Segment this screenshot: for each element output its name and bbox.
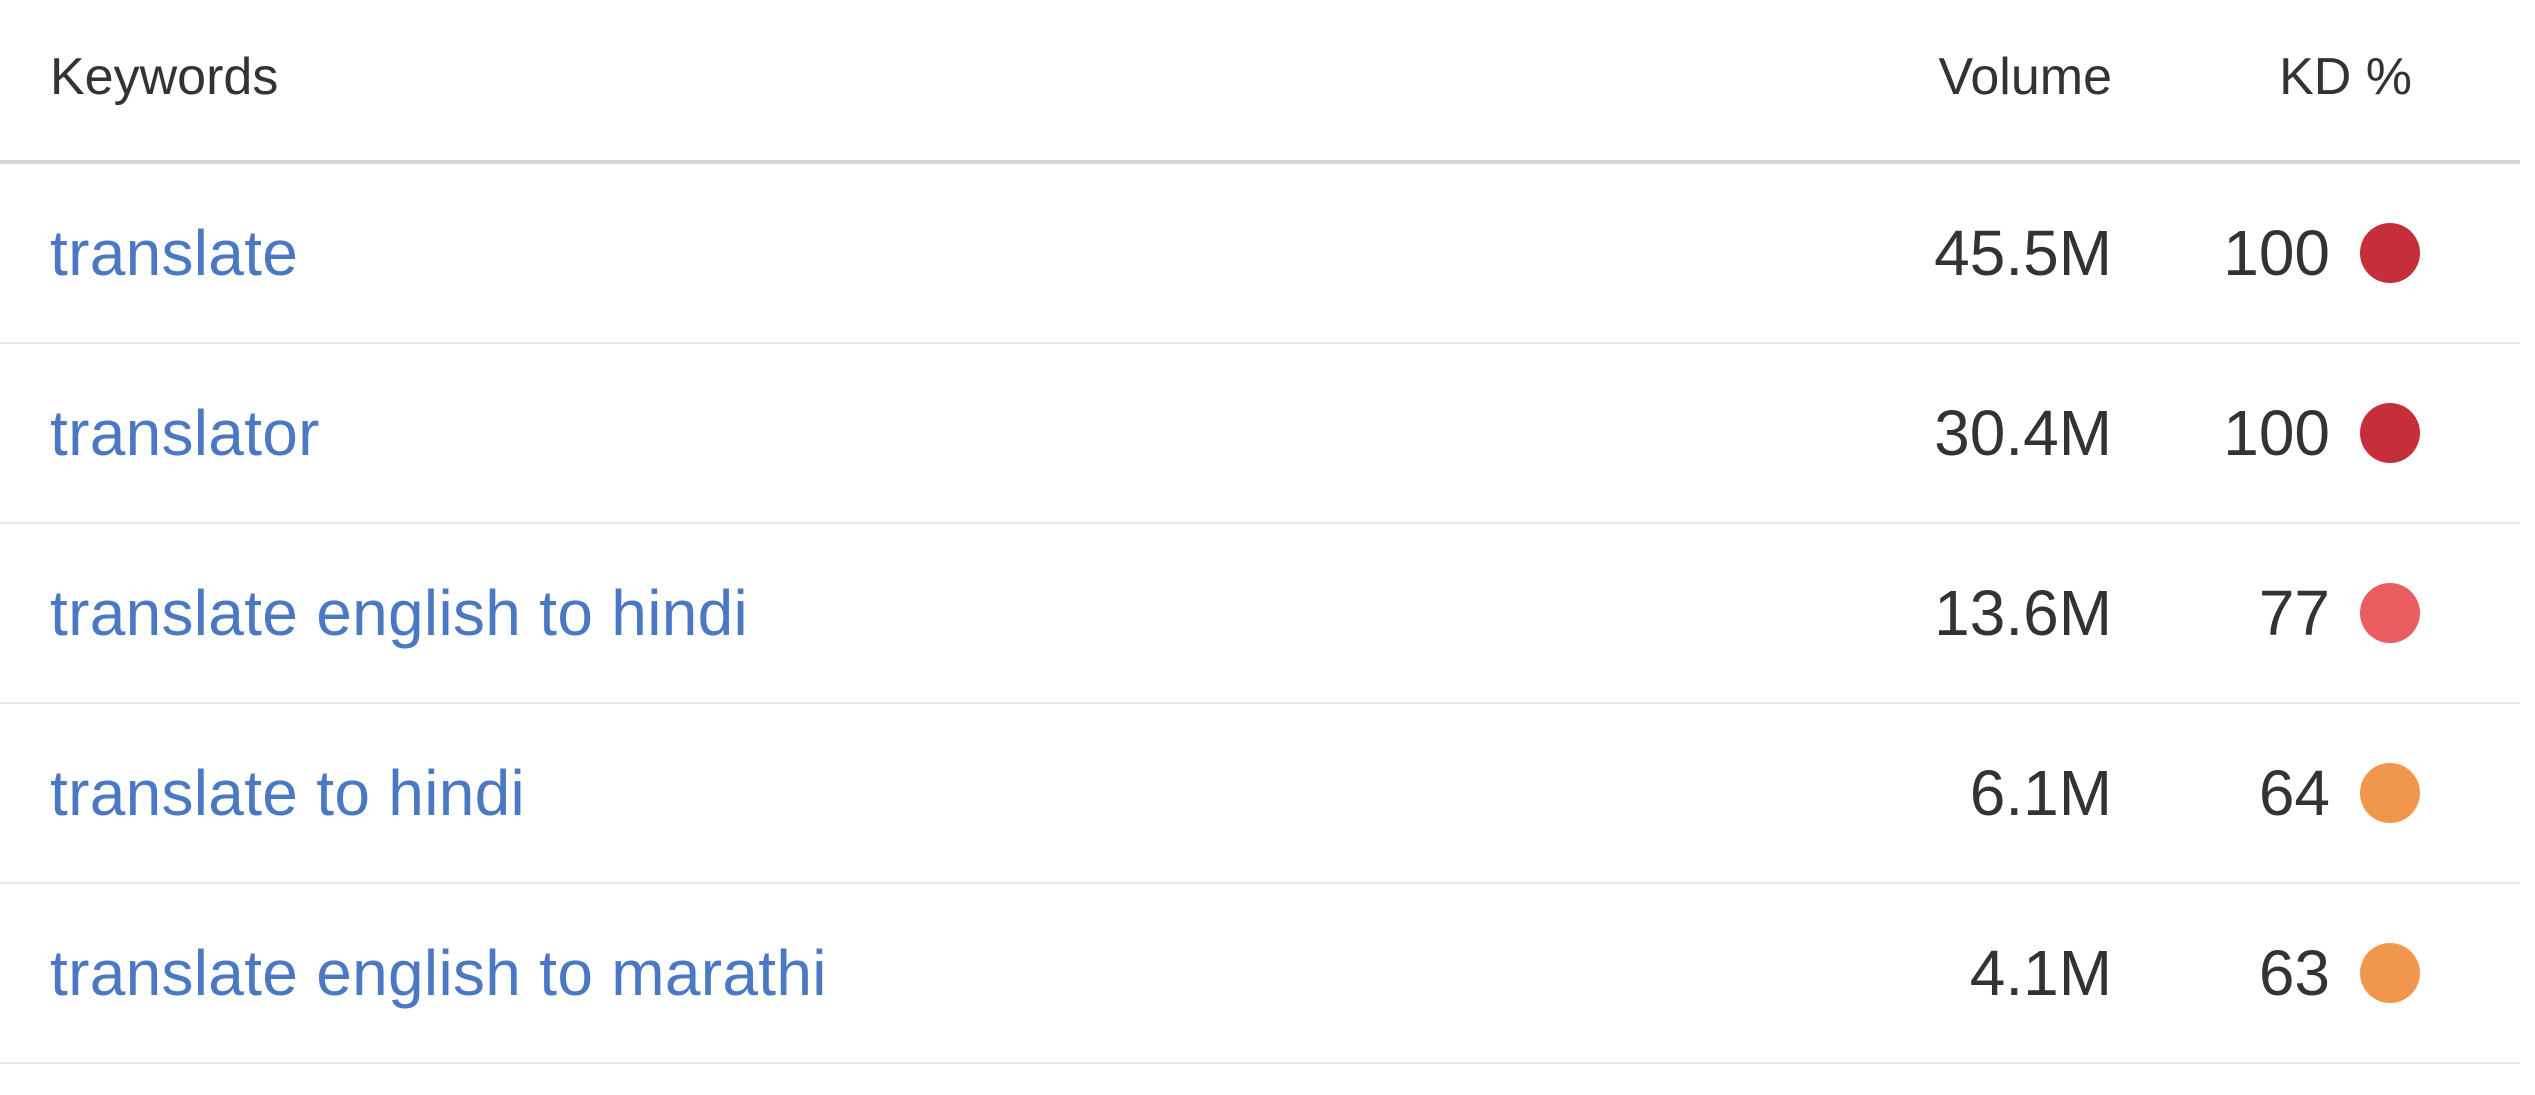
keyword-table: Keywords Volume KD % translate 45.5M 100… <box>0 0 2520 1064</box>
volume-cell: 45.5M <box>1934 164 2112 342</box>
volume-cell: 30.4M <box>1934 344 2112 522</box>
volume-header-label: Volume <box>1938 48 2112 106</box>
kd-value: 100 <box>2223 397 2330 469</box>
kd-difficulty-dot-icon <box>2360 763 2420 823</box>
keyword-link[interactable]: translate english to marathi <box>50 936 827 1010</box>
kd-value: 64 <box>2258 757 2330 829</box>
kd-difficulty-dot-icon <box>2360 403 2420 463</box>
keyword-cell: translate to hindi <box>50 704 525 882</box>
table-row: translate english to hindi 13.6M 77 <box>0 524 2520 704</box>
keyword-cell: translate english to hindi <box>50 524 748 702</box>
keyword-link[interactable]: translate <box>50 216 298 290</box>
table-row: translate to hindi 6.1M 64 <box>0 704 2520 884</box>
table-row: translate 45.5M 100 <box>0 164 2520 344</box>
volume-value: 4.1M <box>1969 937 2112 1009</box>
volume-cell: 4.1M <box>1970 884 2112 1062</box>
kd-value: 63 <box>2258 937 2330 1009</box>
kd-cell: 100 <box>2223 164 2420 342</box>
table-header: Keywords Volume KD % <box>0 0 2520 164</box>
keyword-cell: translate <box>50 164 298 342</box>
volume-value: 45.5M <box>1934 217 2112 289</box>
kd-value: 100 <box>2223 217 2330 289</box>
kd-difficulty-dot-icon <box>2360 943 2420 1003</box>
kd-cell: 64 <box>2259 704 2420 882</box>
volume-column-header[interactable]: Volume <box>1939 0 2112 160</box>
keyword-cell: translator <box>50 344 320 522</box>
table-row: translator 30.4M 100 <box>0 344 2520 524</box>
kd-column-header[interactable]: KD % <box>2279 0 2412 160</box>
kd-cell: 77 <box>2259 524 2420 702</box>
kd-difficulty-dot-icon <box>2360 583 2420 643</box>
volume-value: 30.4M <box>1934 397 2112 469</box>
volume-value: 6.1M <box>1969 757 2112 829</box>
volume-cell: 13.6M <box>1934 524 2112 702</box>
kd-cell: 63 <box>2259 884 2420 1062</box>
keyword-link[interactable]: translate english to hindi <box>50 576 748 650</box>
keyword-cell: translate english to marathi <box>50 884 827 1062</box>
keyword-link[interactable]: translate to hindi <box>50 756 525 830</box>
table-row: translate english to marathi 4.1M 63 <box>0 884 2520 1064</box>
kd-cell: 100 <box>2223 344 2420 522</box>
volume-cell: 6.1M <box>1970 704 2112 882</box>
volume-value: 13.6M <box>1934 577 2112 649</box>
kd-header-label: KD % <box>2279 48 2412 106</box>
keywords-header-label: Keywords <box>50 48 279 106</box>
keywords-column-header[interactable]: Keywords <box>50 0 278 160</box>
kd-difficulty-dot-icon <box>2360 223 2420 283</box>
kd-value: 77 <box>2258 577 2330 649</box>
keyword-link[interactable]: translator <box>50 396 320 470</box>
